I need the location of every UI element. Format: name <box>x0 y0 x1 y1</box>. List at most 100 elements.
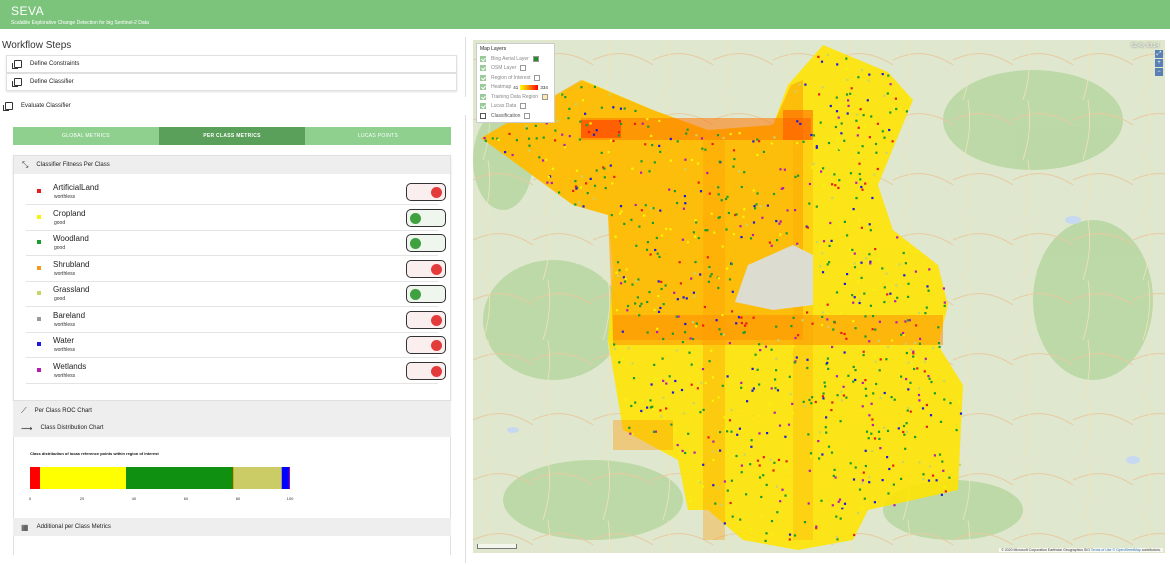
fitness-toggle[interactable] <box>406 310 446 329</box>
toggle-knob <box>431 314 442 326</box>
lucas-point <box>769 458 772 461</box>
lucas-point <box>949 402 952 405</box>
class-name: Woodland <box>53 234 89 243</box>
layer-row[interactable]: Lucas Data <box>480 102 551 112</box>
lucas-point <box>743 386 747 389</box>
layer-row[interactable]: Classification <box>480 111 551 121</box>
lucas-point <box>808 469 811 472</box>
zoom-out-button[interactable]: − <box>1155 68 1163 76</box>
layer-row[interactable]: OSM Layer <box>480 64 551 74</box>
lucas-point <box>927 375 930 378</box>
lucas-point <box>886 92 889 95</box>
fitness-toggle[interactable] <box>406 234 446 252</box>
lucas-point <box>770 387 773 390</box>
lucas-point <box>701 147 704 150</box>
lucas-point <box>648 291 651 294</box>
layer-checkbox[interactable] <box>480 65 486 72</box>
roc-chart-section[interactable]: ⟋ Per Class ROC Chart <box>13 402 451 420</box>
fitness-toggle[interactable] <box>406 361 446 380</box>
step-define-constraints[interactable]: Define Constraints <box>6 55 457 73</box>
lucas-point <box>809 452 813 455</box>
workflow-title: Workflow Steps <box>2 40 72 51</box>
layer-checkbox[interactable] <box>480 93 486 100</box>
lucas-point <box>821 315 824 318</box>
fitness-toggle[interactable] <box>406 336 446 354</box>
lucas-point <box>745 322 748 325</box>
lucas-point <box>620 122 623 125</box>
lucas-point <box>641 122 644 125</box>
layer-row[interactable]: Heatmap 41 334 <box>480 83 551 93</box>
lucas-point <box>904 342 908 345</box>
layer-checkbox[interactable] <box>480 112 486 119</box>
lucas-point <box>762 456 765 459</box>
lucas-point <box>907 361 910 364</box>
lucas-point <box>675 349 678 352</box>
layer-checkbox[interactable] <box>480 84 486 91</box>
map-view[interactable]: Map Layers Bing Aerial Layer OSM Layer Reg… <box>473 40 1165 553</box>
lucas-point <box>843 282 846 285</box>
step-evaluate-classifier[interactable]: Evaluate Classifier <box>0 97 466 115</box>
lucas-point <box>877 430 881 433</box>
lucas-point <box>726 195 729 198</box>
heat-hotspot <box>581 120 621 138</box>
fitness-toggle[interactable] <box>406 285 446 303</box>
lucas-point <box>634 109 637 112</box>
metrics-tabs: GLOBAL METRICS PER CLASS METRICS LUCAS P… <box>13 127 451 145</box>
fitness-toggle[interactable] <box>406 259 446 278</box>
fitness-header[interactable]: ⤡ Classifier Fitness Per Class <box>14 156 450 174</box>
lucas-point <box>574 103 577 106</box>
layer-swatch <box>524 112 531 119</box>
lucas-point <box>535 137 538 140</box>
tab-per-class-metrics[interactable]: PER CLASS METRICS <box>159 127 305 145</box>
layer-checkbox[interactable] <box>480 103 486 110</box>
lucas-point <box>619 107 622 110</box>
lucas-point <box>579 186 582 189</box>
class-name: ArtificialLand <box>53 183 99 192</box>
distribution-chart-section[interactable]: ⟿ Class Distribution Chart <box>13 419 451 437</box>
lucas-point <box>770 348 773 351</box>
lucas-point <box>845 57 848 60</box>
lucas-point <box>660 280 663 283</box>
lucas-point <box>864 335 867 338</box>
layer-checkbox[interactable] <box>480 74 486 81</box>
lucas-point <box>575 169 579 172</box>
lucas-point <box>941 460 944 463</box>
tab-lucas-points[interactable]: LUCAS POINTS <box>305 127 451 145</box>
additional-metrics-section[interactable]: ▦ Additional per Class Metrics <box>13 518 451 536</box>
lucas-point <box>858 298 861 301</box>
lucas-point <box>528 144 531 147</box>
lucas-point <box>633 122 637 125</box>
lucas-point <box>695 322 698 325</box>
lucas-point <box>843 332 846 336</box>
class-status: good <box>54 219 66 226</box>
lucas-point <box>572 189 575 192</box>
lucas-point <box>685 132 688 135</box>
lucas-point <box>752 316 755 319</box>
lucas-point <box>854 466 857 469</box>
fullscreen-button[interactable]: ⤢ <box>1155 50 1163 58</box>
distribution-chart: Class distribution of lucas reference po… <box>13 437 451 555</box>
lucas-point <box>858 271 861 274</box>
fitness-toggle[interactable] <box>406 183 446 201</box>
lucas-point <box>687 432 690 435</box>
lucas-point <box>754 353 757 356</box>
layer-checkbox[interactable] <box>480 55 486 62</box>
lucas-point <box>686 241 689 244</box>
layer-row[interactable]: Region of Interest <box>480 73 551 83</box>
tab-global-metrics[interactable]: GLOBAL METRICS <box>13 127 159 145</box>
lucas-point <box>881 73 884 76</box>
step-define-classifier[interactable]: Define Classifier <box>6 73 457 91</box>
lucas-point <box>684 331 687 334</box>
lucas-point <box>854 327 857 330</box>
lucas-point <box>843 220 846 223</box>
lucas-point <box>693 272 696 275</box>
expand-arrows-icon: ⤡ <box>22 160 29 169</box>
layer-row[interactable]: Training Data Region <box>480 92 551 102</box>
lucas-point <box>875 382 878 386</box>
lucas-point <box>764 539 767 542</box>
terms-link[interactable]: Terms of Use <box>1091 548 1112 552</box>
fitness-toggle[interactable] <box>406 208 446 227</box>
osm-link[interactable]: © OpenStreetMap <box>1112 548 1140 552</box>
layer-row[interactable]: Bing Aerial Layer <box>480 54 551 64</box>
zoom-in-button[interactable]: + <box>1155 59 1163 67</box>
